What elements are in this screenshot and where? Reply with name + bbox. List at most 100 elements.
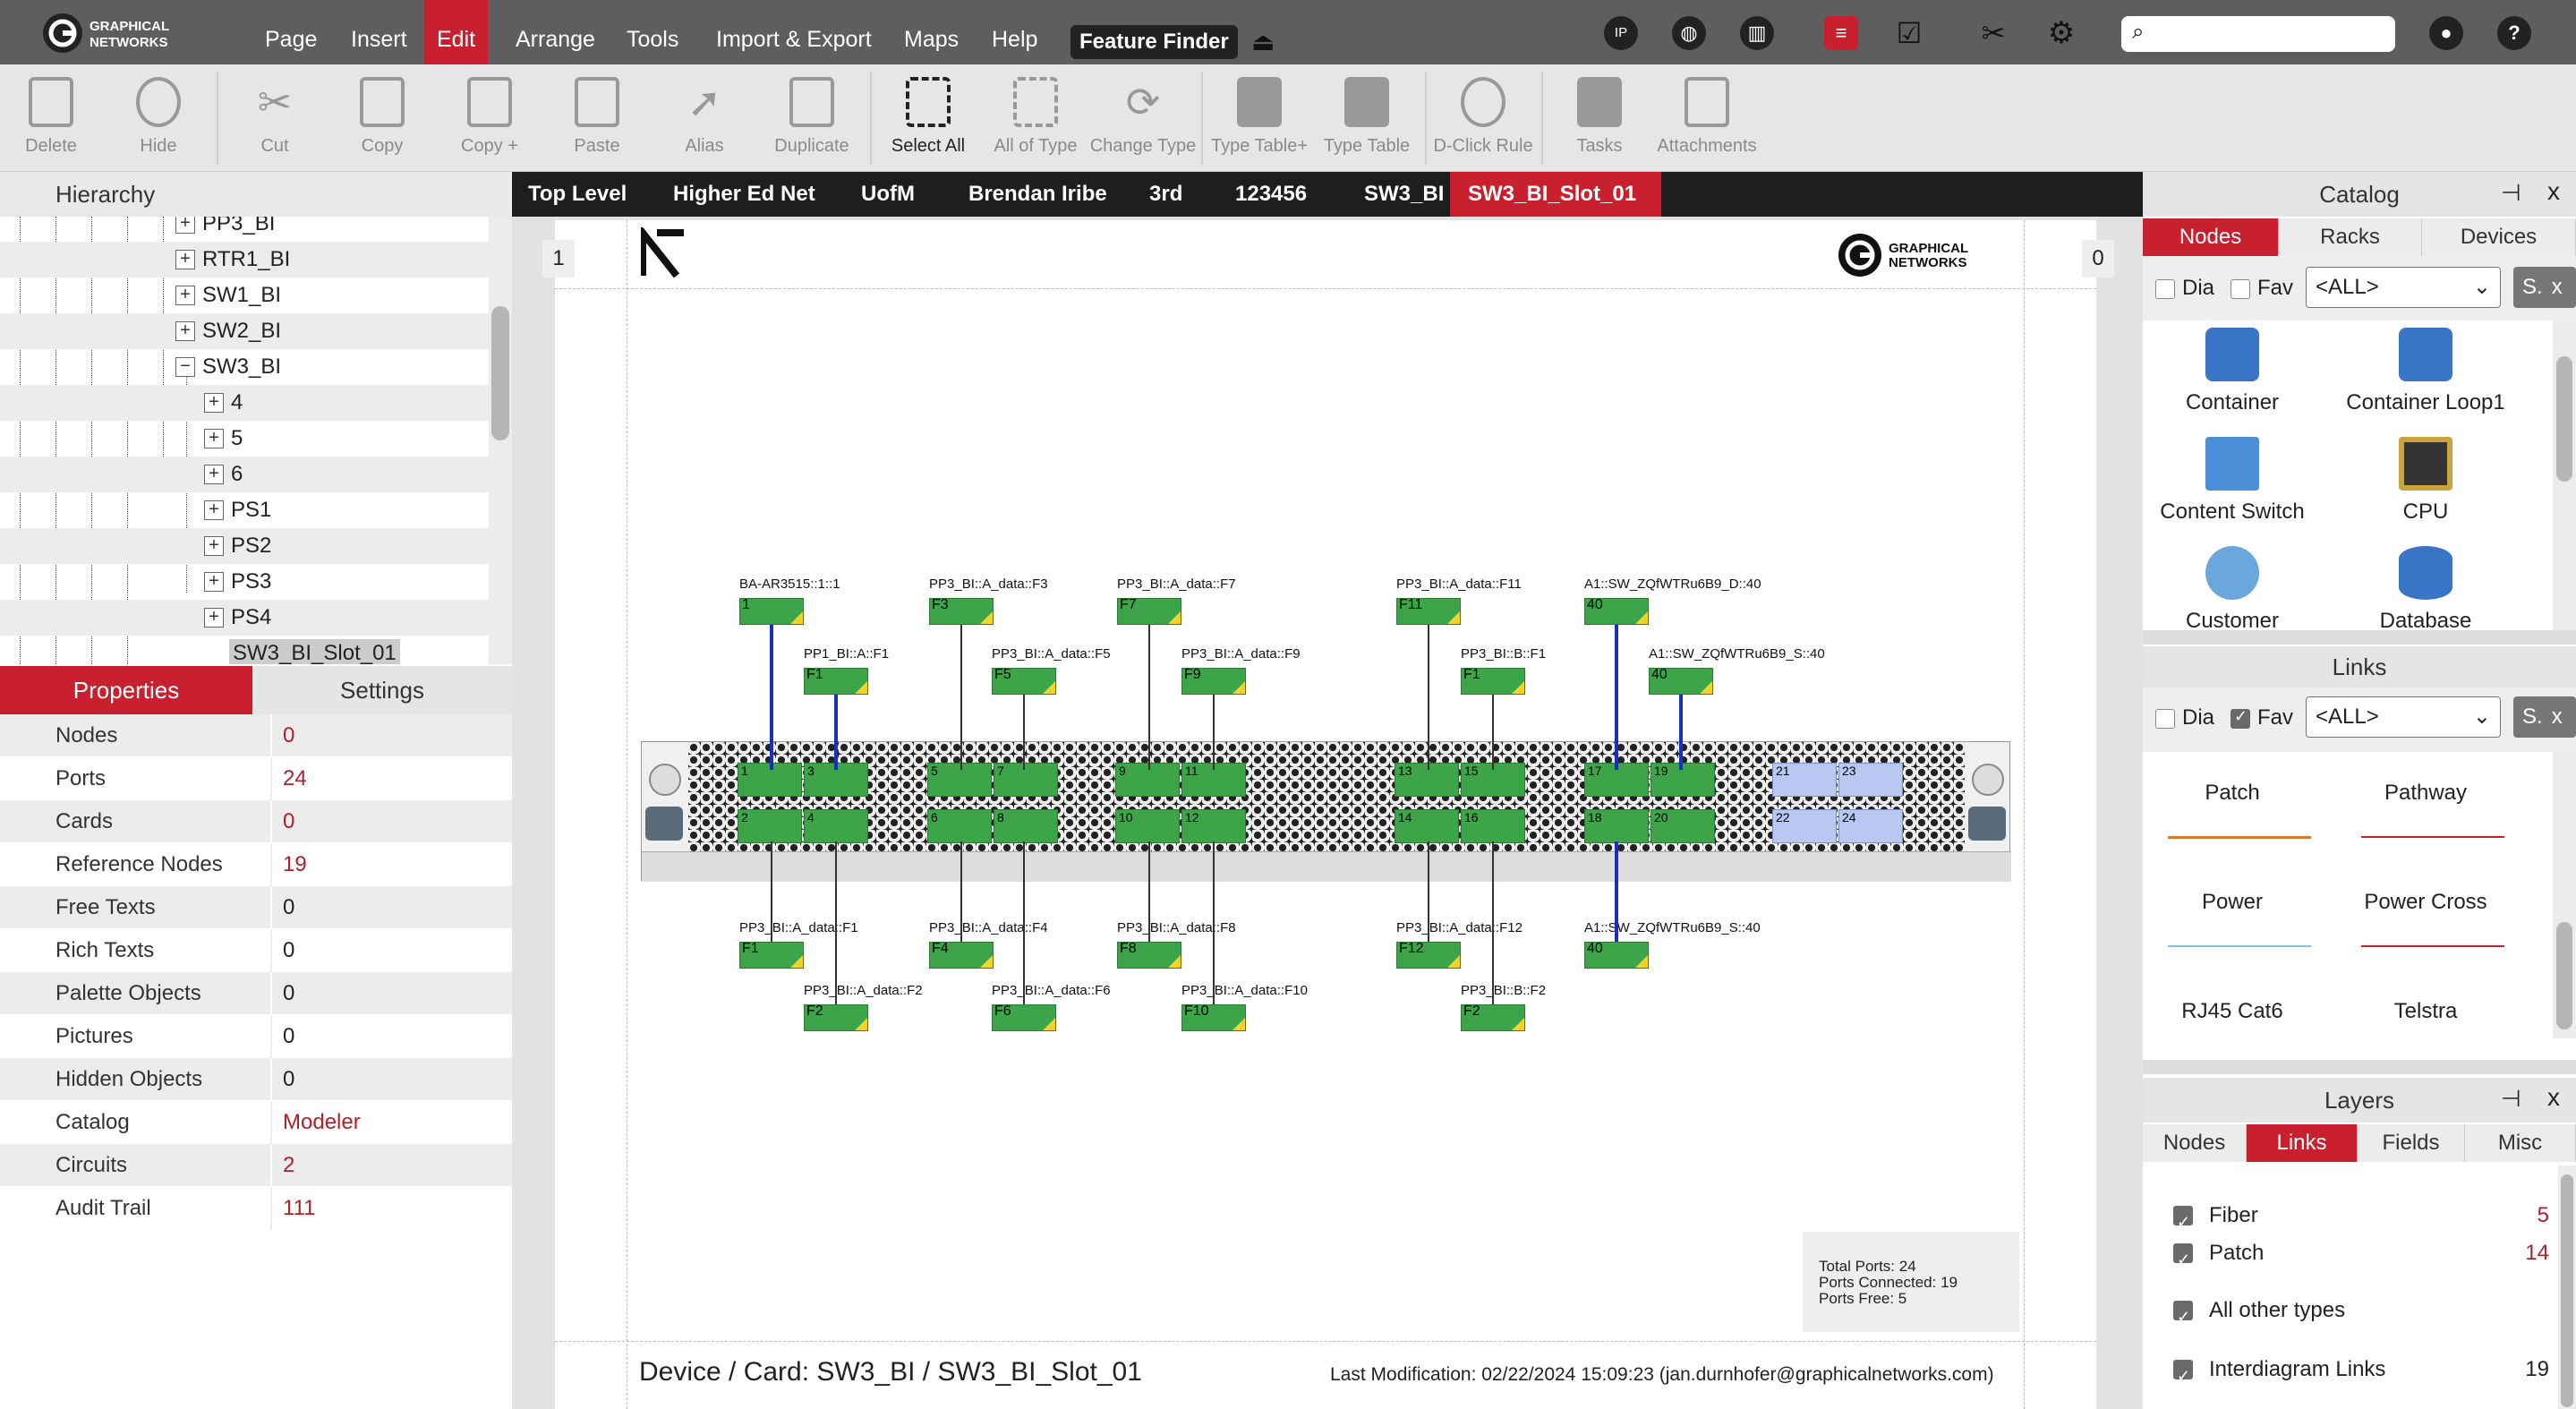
device-port[interactable]: 5 bbox=[927, 763, 992, 797]
ip-icon[interactable]: IP bbox=[1604, 16, 1638, 50]
close-icon[interactable]: x bbox=[2552, 704, 2563, 729]
change-type-button[interactable]: ⟳ Change Type bbox=[1090, 64, 1197, 172]
tree-scrollbar[interactable] bbox=[489, 217, 512, 664]
device-port[interactable]: 18 bbox=[1584, 809, 1649, 843]
hide-button[interactable]: Hide bbox=[109, 64, 208, 172]
expand-icon[interactable]: + bbox=[175, 250, 195, 269]
fav-checkbox[interactable] bbox=[2231, 707, 2250, 729]
close-icon[interactable]: x bbox=[2547, 177, 2560, 206]
tree-node[interactable]: + SW2_BI bbox=[0, 313, 489, 349]
device-port[interactable]: 19 bbox=[1651, 763, 1715, 797]
globe-icon[interactable]: ◍ bbox=[1672, 16, 1706, 50]
layer-checkbox[interactable] bbox=[2173, 1242, 2193, 1277]
catalog-filter-select[interactable]: <ALL> ⌄ bbox=[2306, 267, 2501, 308]
reference-port[interactable]: F10 bbox=[1181, 1003, 1246, 1031]
reference-port[interactable]: F9 bbox=[1181, 667, 1246, 695]
device-port[interactable]: 20 bbox=[1651, 809, 1715, 843]
catalog-item-container-loop[interactable]: Container Loop1 bbox=[2336, 328, 2515, 415]
eject-lever-icon[interactable] bbox=[1968, 807, 2006, 841]
menu-import-export[interactable]: Import & Export bbox=[704, 0, 884, 64]
device-port[interactable]: 14 bbox=[1395, 809, 1459, 843]
layer-row-patch[interactable]: Patch14 bbox=[2173, 1235, 2549, 1277]
expand-icon[interactable]: + bbox=[175, 217, 195, 234]
layers-tab-fields[interactable]: Fields bbox=[2358, 1124, 2465, 1162]
expand-icon[interactable]: + bbox=[204, 500, 224, 520]
layer-row-other[interactable]: All other types bbox=[2173, 1293, 2549, 1335]
type-table-button[interactable]: Type Table bbox=[1318, 64, 1416, 172]
reference-port[interactable]: F11 bbox=[1396, 597, 1461, 625]
catalog-scrollbar[interactable] bbox=[2553, 320, 2576, 643]
device-port[interactable]: 17 bbox=[1584, 763, 1649, 797]
menu-insert[interactable]: Insert bbox=[338, 0, 420, 64]
port-module[interactable]: 21 23 22 24 bbox=[1772, 763, 1908, 845]
reference-port[interactable]: F7 bbox=[1117, 597, 1181, 625]
tree-node[interactable]: + PS3 bbox=[0, 564, 489, 600]
tab-nodes[interactable]: Nodes bbox=[2143, 218, 2279, 256]
device-port[interactable]: 24 bbox=[1838, 809, 1903, 843]
chart-icon[interactable]: ▥ bbox=[1740, 16, 1774, 50]
links-scrollbar[interactable] bbox=[2553, 752, 2576, 1038]
reference-port[interactable]: F4 bbox=[929, 941, 994, 969]
layers-tab-nodes[interactable]: Nodes bbox=[2143, 1124, 2247, 1162]
layer-checkbox[interactable] bbox=[2173, 1299, 2193, 1335]
tree-node[interactable]: + SW1_BI bbox=[0, 278, 489, 313]
attachments-button[interactable]: Attachments bbox=[1657, 64, 1757, 172]
reference-port[interactable]: F1 bbox=[739, 941, 804, 969]
tab-settings[interactable]: Settings bbox=[252, 666, 512, 714]
device-port[interactable]: 8 bbox=[994, 809, 1058, 843]
expand-icon[interactable]: + bbox=[204, 536, 224, 556]
fav-checkbox[interactable] bbox=[2231, 279, 2250, 299]
breadcrumb-item[interactable]: Top Level bbox=[528, 172, 627, 217]
device-port[interactable]: 1 bbox=[738, 763, 802, 797]
search-button[interactable]: S. x bbox=[2513, 696, 2576, 738]
device-port[interactable]: 12 bbox=[1181, 809, 1246, 843]
reference-port[interactable]: F2 bbox=[1461, 1003, 1525, 1031]
reference-port[interactable]: F1 bbox=[1461, 667, 1525, 695]
reference-port[interactable]: 1 bbox=[739, 597, 804, 625]
duplicate-button[interactable]: Duplicate bbox=[763, 64, 861, 172]
port-module[interactable]: 9 11 10 12 bbox=[1115, 763, 1251, 845]
reference-port[interactable]: F8 bbox=[1117, 941, 1181, 969]
device-port[interactable]: 11 bbox=[1181, 763, 1246, 797]
layers-tab-links[interactable]: Links bbox=[2247, 1124, 2358, 1162]
tree-node[interactable]: + RTR1_BI bbox=[0, 242, 489, 278]
reference-port[interactable]: 40 bbox=[1584, 597, 1649, 625]
layers-scrollbar[interactable] bbox=[2558, 1166, 2576, 1409]
tree-node[interactable]: + PS1 bbox=[0, 492, 489, 528]
port-module[interactable]: 17 19 18 20 bbox=[1584, 763, 1720, 845]
d-click-rule-button[interactable]: D-Click Rule bbox=[1433, 64, 1533, 172]
reference-port[interactable]: F12 bbox=[1396, 941, 1461, 969]
reference-port[interactable]: F5 bbox=[992, 667, 1056, 695]
list-icon[interactable]: ≡ bbox=[1824, 16, 1858, 50]
tree-node[interactable]: − SW3_BI bbox=[0, 349, 489, 385]
device-port[interactable]: 4 bbox=[804, 809, 868, 843]
device-port[interactable]: 9 bbox=[1115, 763, 1180, 797]
gear-icon[interactable]: ⚙ bbox=[2044, 16, 2078, 50]
pin-icon[interactable]: ⊣ bbox=[2501, 1085, 2521, 1113]
breadcrumb-item[interactable]: 123456 bbox=[1235, 172, 1307, 217]
tree-node[interactable]: + PP3_BI bbox=[0, 217, 489, 242]
breadcrumb-item[interactable]: Higher Ed Net bbox=[673, 172, 815, 217]
tree-node[interactable]: +6 bbox=[0, 457, 489, 492]
breadcrumb-item[interactable]: Brendan Iribe bbox=[968, 172, 1107, 217]
layers-tab-misc[interactable]: Misc bbox=[2465, 1124, 2576, 1162]
pin-icon[interactable]: ⊣ bbox=[2501, 179, 2521, 207]
feature-finder-button[interactable]: Feature Finder bbox=[1070, 25, 1238, 59]
tab-devices[interactable]: Devices bbox=[2422, 218, 2576, 256]
device-port[interactable]: 13 bbox=[1395, 763, 1459, 797]
reference-port[interactable]: F1 bbox=[804, 667, 868, 695]
user-icon[interactable]: ● bbox=[2429, 16, 2463, 50]
device-port[interactable]: 23 bbox=[1838, 763, 1903, 797]
menu-edit[interactable]: Edit bbox=[424, 0, 489, 64]
link-item-pathway[interactable]: Pathway bbox=[2336, 781, 2515, 838]
breadcrumb-item[interactable]: SW3_BI bbox=[1364, 172, 1444, 217]
tree-node[interactable]: + PS4 bbox=[0, 600, 489, 636]
menu-page[interactable]: Page bbox=[252, 0, 329, 64]
eject-icon[interactable]: ⏏ bbox=[1251, 27, 1275, 56]
copy-plus-button[interactable]: Copy + bbox=[440, 64, 539, 172]
link-item-power-cross[interactable]: Power Cross bbox=[2336, 890, 2515, 947]
close-icon[interactable]: x bbox=[2547, 1083, 2560, 1112]
links-filter-select[interactable]: <ALL> ⌄ bbox=[2306, 696, 2501, 738]
expand-icon[interactable]: + bbox=[204, 393, 224, 413]
catalog-item-cpu[interactable]: CPU bbox=[2336, 437, 2515, 525]
